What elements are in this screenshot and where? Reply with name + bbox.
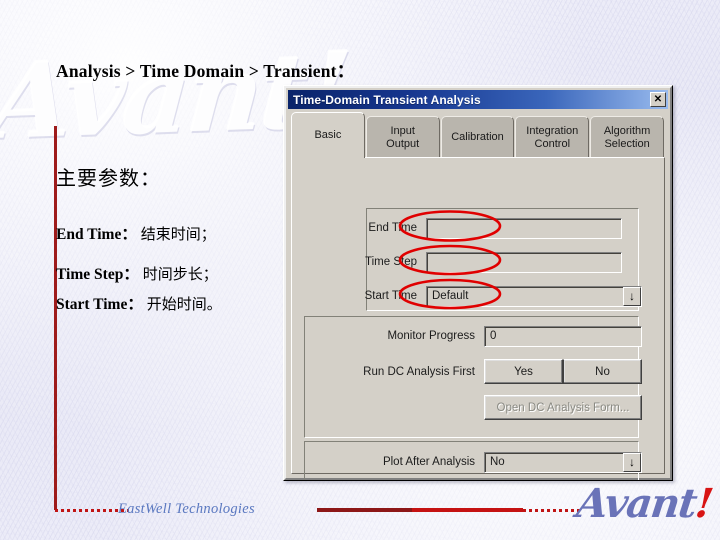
field-row-start-time: Start Time Default ↓ bbox=[302, 284, 642, 308]
field-row-end-time: End Time bbox=[302, 216, 622, 240]
section-subtitle: 主要参数： bbox=[56, 166, 161, 190]
tab-panel-basic: End Time Time Step Start Time Default ↓ bbox=[291, 157, 665, 480]
footer-company-name: EastWell Technologies bbox=[118, 501, 255, 517]
dialog-title: Time-Domain Transient Analysis bbox=[293, 92, 481, 107]
dialog-titlebar[interactable]: Time-Domain Transient Analysis ✕ bbox=[288, 90, 668, 109]
footer-accent-rule bbox=[54, 484, 57, 510]
param-line-start-time: Start Time： 开始时间。 bbox=[56, 292, 222, 314]
run-dc-yes-button[interactable]: Yes bbox=[484, 359, 563, 384]
transient-analysis-dialog: Time-Domain Transient Analysis ✕ Basic I… bbox=[283, 85, 673, 481]
tab-algorithm-selection[interactable]: Algorithm Selection bbox=[590, 116, 664, 158]
end-time-label: End Time bbox=[368, 222, 417, 234]
time-step-input[interactable] bbox=[426, 251, 622, 273]
plot-after-label: Plot After Analysis bbox=[382, 456, 475, 468]
plot-after-combo[interactable]: No ↓ bbox=[484, 451, 642, 473]
page-title: Analysis > Time Domain > Transient： bbox=[56, 61, 355, 81]
param-separator: ： bbox=[121, 226, 137, 243]
tab-integration-control[interactable]: Integration Control bbox=[515, 116, 590, 158]
param-line-end-time: End Time： 结束时间； bbox=[56, 222, 216, 244]
chevron-down-icon[interactable]: ↓ bbox=[623, 286, 641, 306]
tab-basic[interactable]: Basic bbox=[291, 112, 365, 158]
plot-after-value: No bbox=[490, 456, 505, 468]
close-icon[interactable]: ✕ bbox=[650, 92, 666, 107]
field-row-run-dc-first: Run DC Analysis First Yes No bbox=[302, 358, 642, 385]
param-description: 开始时间。 bbox=[146, 295, 222, 313]
run-dc-label: Run DC Analysis First bbox=[363, 365, 475, 378]
param-description: 时间步长； bbox=[142, 265, 218, 283]
start-time-label: Start Time bbox=[364, 290, 417, 302]
start-time-value: Default bbox=[432, 290, 469, 302]
param-description: 结束时间； bbox=[140, 225, 216, 243]
avant-logo: Avant! bbox=[574, 480, 714, 527]
chevron-down-icon[interactable]: ↓ bbox=[623, 452, 641, 472]
dialog-frame: Time-Domain Transient Analysis ✕ Basic I… bbox=[284, 86, 672, 480]
tab-input-output[interactable]: Input Output bbox=[365, 116, 440, 158]
param-line-time-step: Time Step： 时间步长； bbox=[56, 262, 218, 284]
footer-bar-bright bbox=[412, 508, 523, 512]
run-dc-no-button[interactable]: No bbox=[563, 359, 642, 384]
param-term: Time Step bbox=[56, 266, 124, 283]
field-row-open-dc-form: Open DC Analysis Form... bbox=[484, 394, 642, 421]
footer-dotted-line-right bbox=[523, 509, 580, 512]
param-term: Start Time bbox=[56, 296, 128, 313]
start-time-combo[interactable]: Default ↓ bbox=[426, 285, 642, 307]
param-term: End Time bbox=[56, 226, 122, 243]
open-dc-analysis-form-button[interactable]: Open DC Analysis Form... bbox=[484, 395, 642, 420]
monitor-progress-input[interactable]: 0 bbox=[484, 325, 642, 347]
field-row-time-step: Time Step bbox=[302, 250, 622, 274]
avant-logo-text: Avant bbox=[574, 480, 699, 527]
footer-bar-dark bbox=[317, 508, 412, 512]
tab-calibration[interactable]: Calibration bbox=[440, 116, 515, 158]
field-row-plot-after: Plot After Analysis No ↓ bbox=[302, 450, 642, 474]
tab-strip: Basic Input Output Calibration Integrati… bbox=[291, 112, 665, 158]
slide-canvas: Avant! Analysis > Time Domain > Transien… bbox=[0, 0, 720, 540]
time-step-label: Time Step bbox=[365, 256, 417, 268]
param-separator: ： bbox=[123, 266, 139, 283]
param-separator: ： bbox=[127, 296, 143, 313]
end-time-input[interactable] bbox=[426, 217, 622, 239]
field-row-monitor-progress: Monitor Progress 0 bbox=[302, 324, 642, 348]
monitor-progress-label: Monitor Progress bbox=[387, 330, 475, 342]
